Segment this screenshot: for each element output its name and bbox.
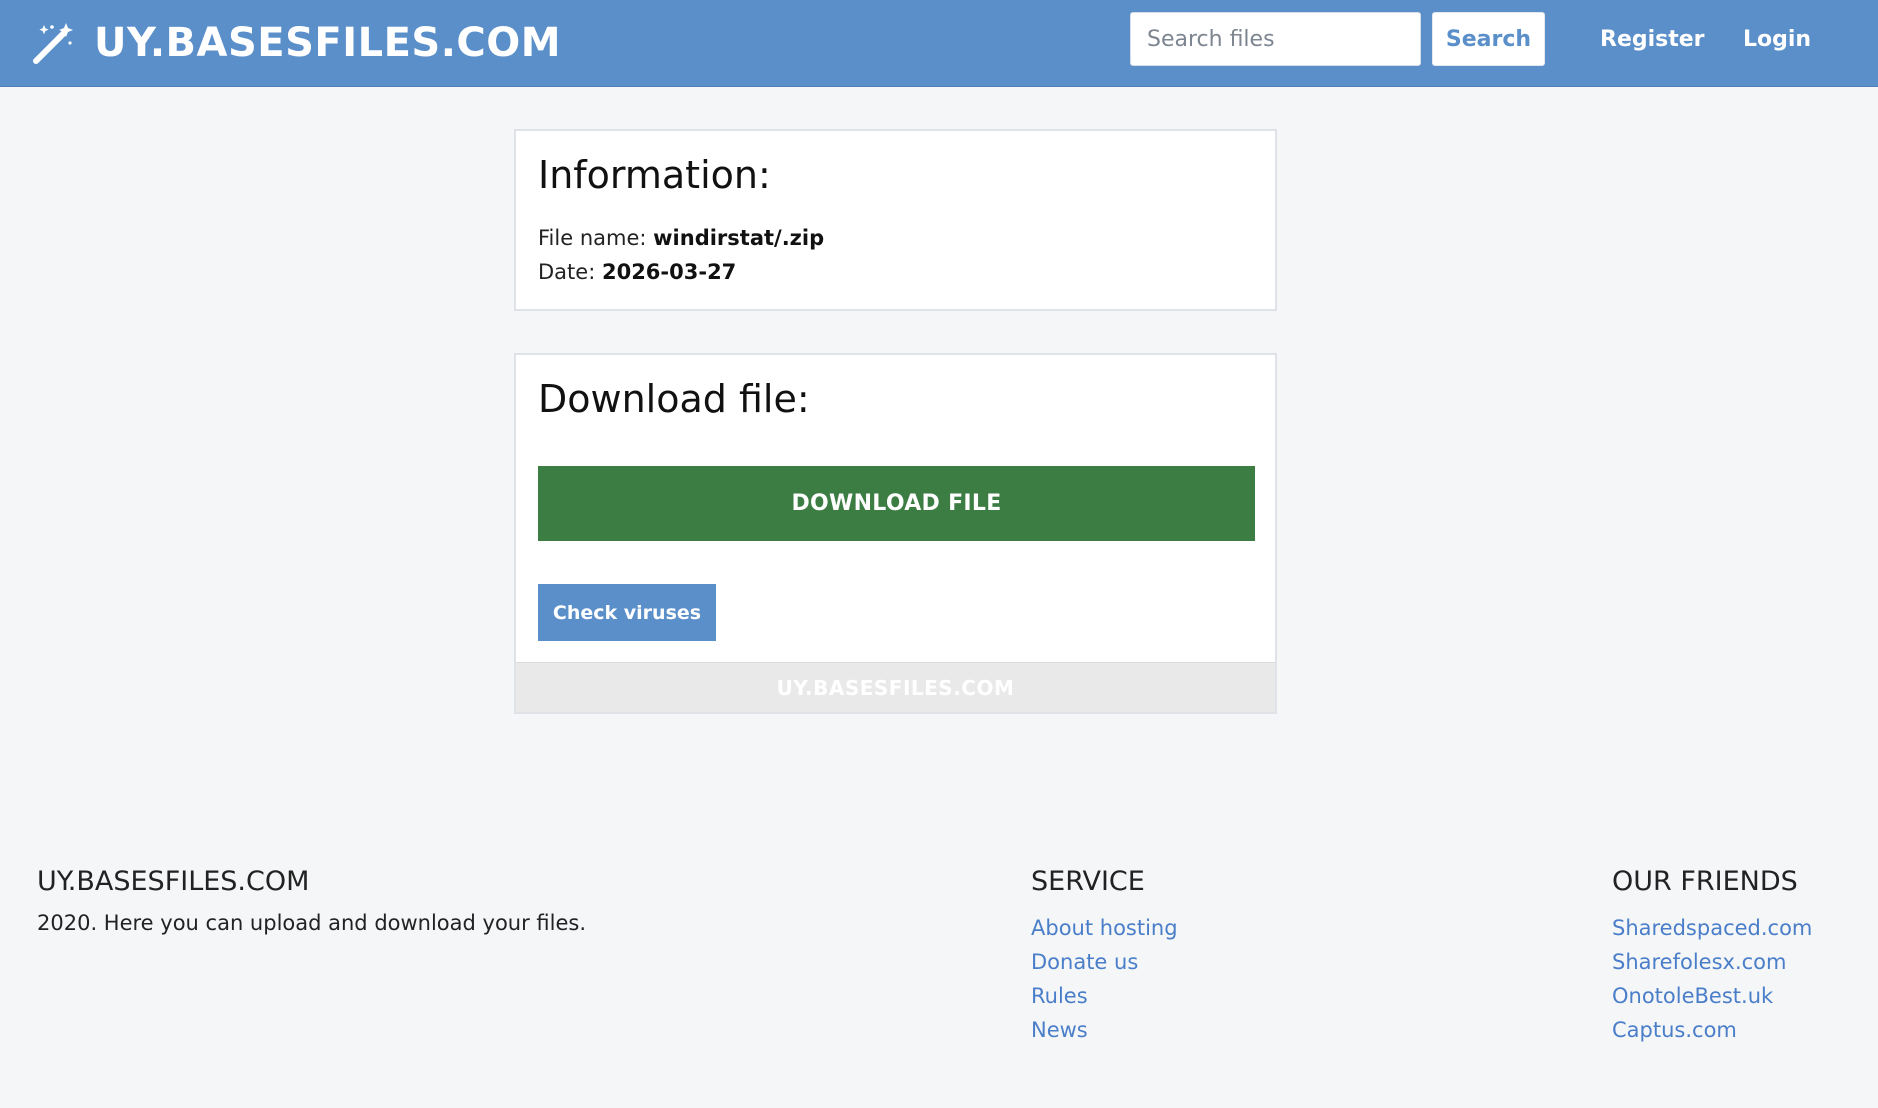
file-name-value: windirstat/.zip bbox=[653, 226, 825, 250]
footer-link-onotolebest[interactable]: OnotoleBest.uk bbox=[1612, 979, 1812, 1013]
magic-wand-icon bbox=[33, 23, 73, 64]
footer-link-about-hosting[interactable]: About hosting bbox=[1031, 911, 1178, 945]
download-title: Download file: bbox=[538, 377, 810, 421]
footer-link-sharedspaced[interactable]: Sharedspaced.com bbox=[1612, 911, 1812, 945]
footer-brand-title: UY.BASESFILES.COM bbox=[37, 866, 310, 897]
information-title: Information: bbox=[538, 153, 771, 197]
file-name-label: File name: bbox=[538, 226, 647, 250]
card-watermark: UY.BASESFILES.COM bbox=[516, 662, 1275, 712]
search-button[interactable]: Search bbox=[1432, 12, 1545, 66]
footer-friends-column: OUR FRIENDS Sharedspaced.com Sharefolesx… bbox=[1612, 866, 1812, 1047]
footer-service-column: SERVICE About hosting Donate us Rules Ne… bbox=[1031, 866, 1178, 1047]
register-link[interactable]: Register bbox=[1600, 22, 1705, 58]
download-card: Download file: DOWNLOAD FILE Check virus… bbox=[514, 353, 1277, 714]
check-viruses-button[interactable]: Check viruses bbox=[538, 584, 716, 641]
footer-link-donate-us[interactable]: Donate us bbox=[1031, 945, 1178, 979]
brand-home-link[interactable]: UY.BASESFILES.COM bbox=[30, 13, 561, 73]
brand-name: UY.BASESFILES.COM bbox=[94, 20, 562, 66]
footer-link-rules[interactable]: Rules bbox=[1031, 979, 1178, 1013]
information-card: Information: File name: windirstat/.zip … bbox=[514, 129, 1277, 311]
footer-brand-column: UY.BASESFILES.COM 2020. Here you can upl… bbox=[37, 866, 586, 935]
footer-service-title: SERVICE bbox=[1031, 866, 1145, 897]
date-label: Date: bbox=[538, 260, 596, 284]
footer-link-news[interactable]: News bbox=[1031, 1013, 1178, 1047]
top-navbar: UY.BASESFILES.COM Search Register Login bbox=[0, 0, 1878, 87]
footer-link-sharefolesx[interactable]: Sharefolesx.com bbox=[1612, 945, 1812, 979]
login-link[interactable]: Login bbox=[1743, 22, 1811, 58]
download-file-button[interactable]: DOWNLOAD FILE bbox=[538, 466, 1255, 541]
footer-friends-title: OUR FRIENDS bbox=[1612, 866, 1798, 897]
file-name-row: File name: windirstat/.zip bbox=[538, 226, 824, 250]
search-input[interactable] bbox=[1130, 12, 1421, 66]
footer-link-captus[interactable]: Captus.com bbox=[1612, 1013, 1812, 1047]
date-row: Date: 2026-03-27 bbox=[538, 260, 736, 284]
date-value: 2026-03-27 bbox=[601, 260, 737, 284]
footer-brand-text: 2020. Here you can upload and download y… bbox=[37, 911, 587, 935]
